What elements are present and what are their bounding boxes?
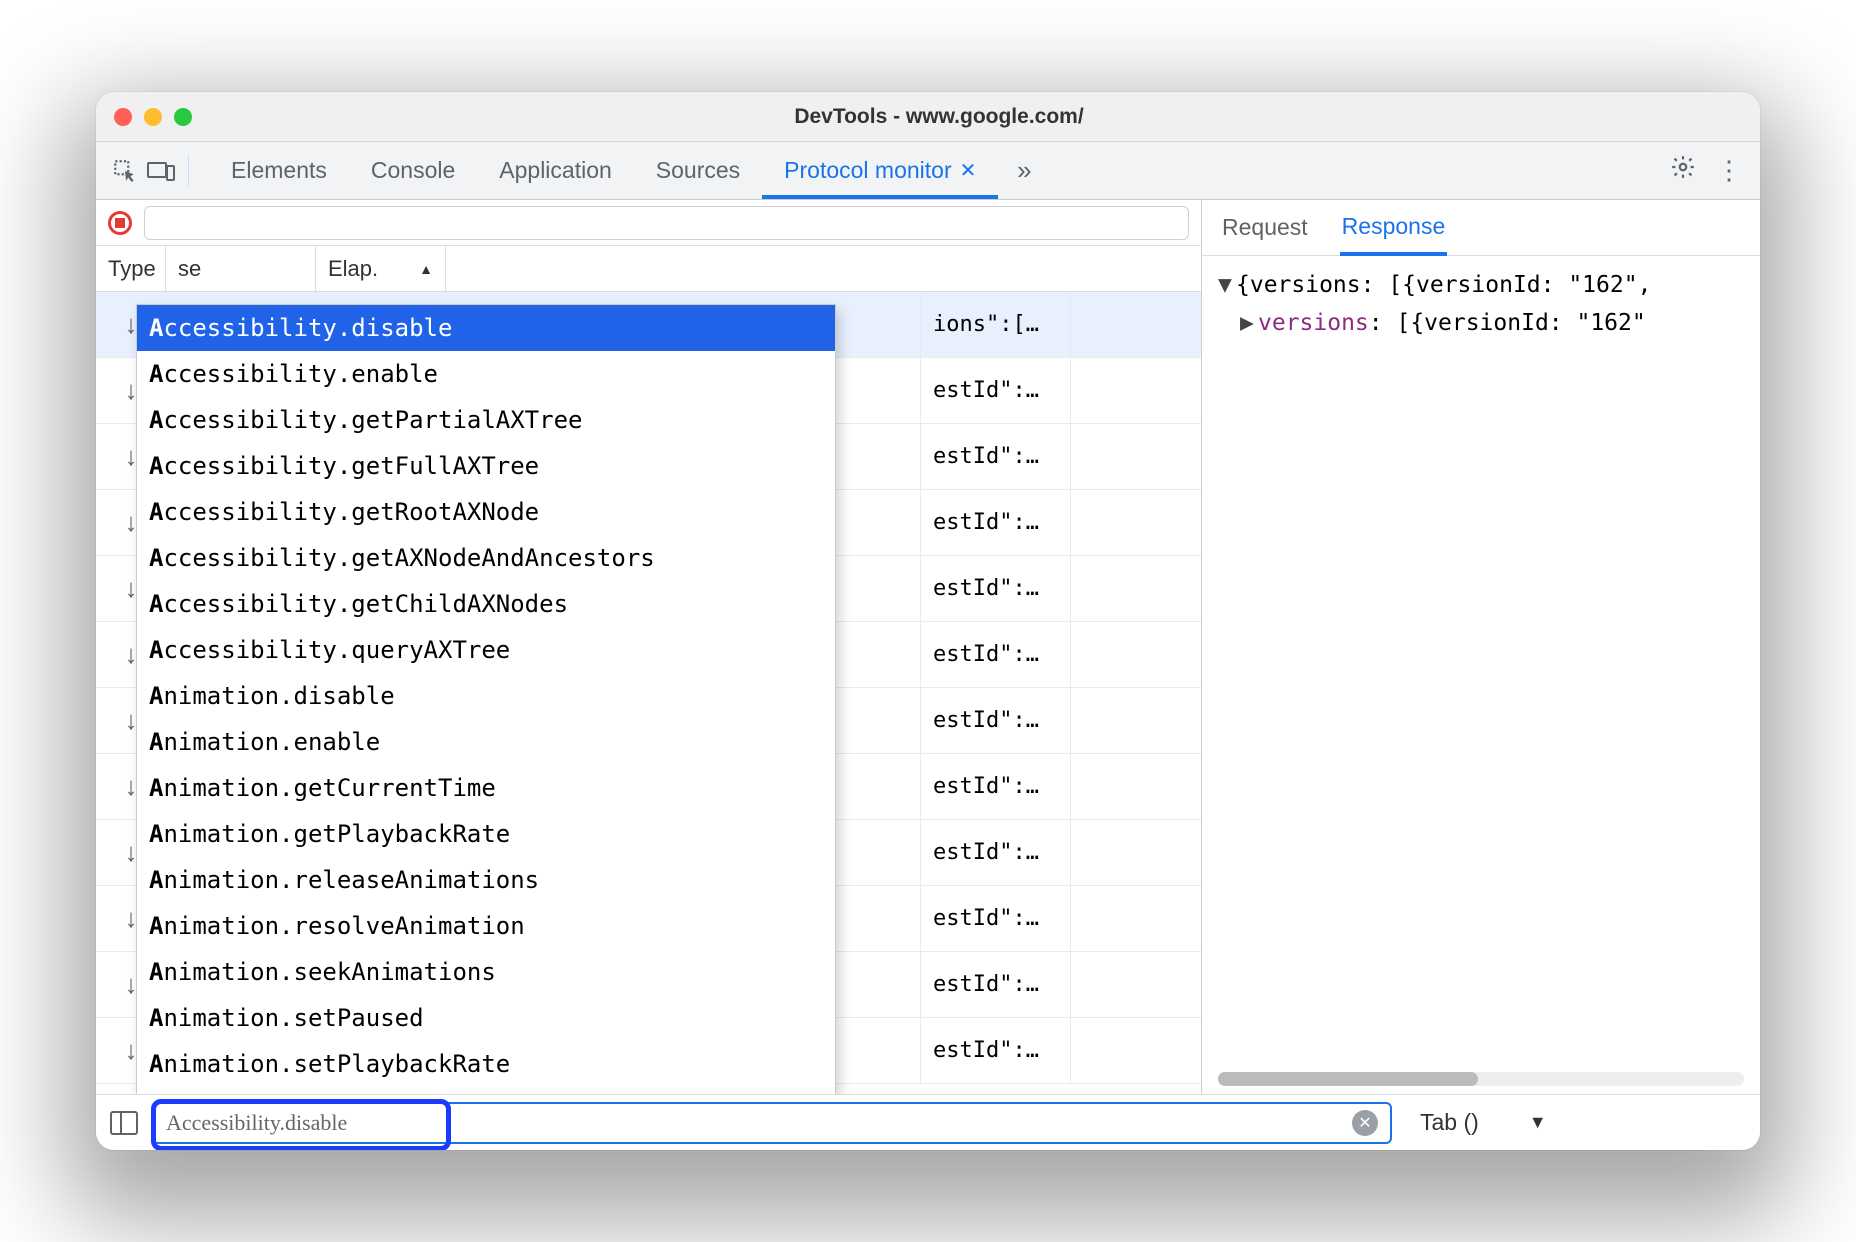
autocomplete-item[interactable]: Accessibility.enable xyxy=(137,351,835,397)
command-autocomplete-popup: Accessibility.disableAccessibility.enabl… xyxy=(136,304,836,1094)
autocomplete-item[interactable]: Accessibility.getRootAXNode xyxy=(137,489,835,535)
autocomplete-item[interactable]: Animation.getCurrentTime xyxy=(137,765,835,811)
tab-response[interactable]: Response xyxy=(1340,201,1448,256)
close-tab-icon[interactable]: ✕ xyxy=(960,158,977,183)
cell-response: estId":… xyxy=(921,952,1071,1017)
cell-elapsed xyxy=(1071,622,1201,687)
autocomplete-item[interactable]: Animation.seekAnimations xyxy=(137,949,835,995)
response-json[interactable]: ▼{versions: [{versionId: "162", ▶version… xyxy=(1202,256,1760,1072)
cell-response: estId":… xyxy=(921,490,1071,555)
cell-response: estId":… xyxy=(921,1018,1071,1083)
autocomplete-item[interactable]: Animation.getPlaybackRate xyxy=(137,811,835,857)
autocomplete-item[interactable]: Animation.releaseAnimations xyxy=(137,857,835,903)
cell-elapsed xyxy=(1071,292,1201,357)
titlebar: DevTools - www.google.com/ xyxy=(96,92,1760,142)
tab-application[interactable]: Application xyxy=(477,142,634,199)
caret-right-icon[interactable]: ▶ xyxy=(1240,304,1258,342)
cell-response: ions":[… xyxy=(921,292,1071,357)
more-options-icon[interactable]: ⋮ xyxy=(1712,155,1746,186)
cell-elapsed xyxy=(1071,886,1201,951)
autocomplete-list[interactable]: Accessibility.disableAccessibility.enabl… xyxy=(137,305,835,1094)
autocomplete-item[interactable]: Accessibility.getChildAXNodes xyxy=(137,581,835,627)
cell-elapsed xyxy=(1071,1018,1201,1083)
toggle-drawer-icon[interactable] xyxy=(110,1111,138,1135)
traffic-lights xyxy=(114,108,192,126)
detail-pane: Request Response ▼{versions: [{versionId… xyxy=(1201,200,1760,1094)
window-title: DevTools - www.google.com/ xyxy=(192,105,1686,129)
autocomplete-item[interactable]: Animation.setPlaybackRate xyxy=(137,1041,835,1087)
autocomplete-item[interactable]: Animation.setTiming xyxy=(137,1087,835,1094)
more-tabs-icon[interactable]: » xyxy=(1004,155,1044,186)
settings-icon[interactable] xyxy=(1666,154,1700,187)
toolbar-separator xyxy=(188,156,189,186)
sort-asc-icon: ▲ xyxy=(419,261,433,277)
filter-row xyxy=(96,200,1201,246)
table-header: Type Method se Elap. ▲ xyxy=(96,246,1201,292)
command-input[interactable]: Accessibility.disable ✕ xyxy=(152,1102,1392,1144)
col-elapsed[interactable]: Elap. ▲ xyxy=(316,246,446,291)
zoom-window-icon[interactable] xyxy=(174,108,192,126)
minimize-window-icon[interactable] xyxy=(144,108,162,126)
tab-request[interactable]: Request xyxy=(1220,202,1310,253)
cell-elapsed xyxy=(1071,358,1201,423)
autocomplete-item[interactable]: Animation.disable xyxy=(137,673,835,719)
caret-down-icon[interactable]: ▼ xyxy=(1218,266,1236,304)
cell-response: estId":… xyxy=(921,688,1071,753)
protocol-table-pane: Type Method se Elap. ▲ ↓ions":[…↓estId":… xyxy=(96,200,1201,1094)
autocomplete-item[interactable]: Accessibility.getPartialAXTree xyxy=(137,397,835,443)
detail-tabs: Request Response xyxy=(1202,200,1760,256)
cell-response: estId":… xyxy=(921,358,1071,423)
col-response[interactable]: se xyxy=(166,246,316,291)
cell-elapsed xyxy=(1071,490,1201,555)
col-type[interactable]: Type xyxy=(96,246,166,291)
tab-protocol-monitor[interactable]: Protocol monitor✕ xyxy=(762,142,998,199)
clear-input-icon[interactable]: ✕ xyxy=(1352,1110,1378,1136)
panel-tabs: ElementsConsoleApplicationSourcesProtoco… xyxy=(209,142,998,199)
cell-elapsed xyxy=(1071,424,1201,489)
cell-elapsed xyxy=(1071,556,1201,621)
autocomplete-item[interactable]: Accessibility.queryAXTree xyxy=(137,627,835,673)
autocomplete-item[interactable]: Accessibility.disable xyxy=(137,305,835,351)
inspect-element-icon[interactable] xyxy=(110,156,140,186)
cell-response: estId":… xyxy=(921,424,1071,489)
horizontal-scrollbar[interactable] xyxy=(1218,1072,1744,1086)
autocomplete-item[interactable]: Accessibility.getFullAXTree xyxy=(137,443,835,489)
cell-elapsed xyxy=(1071,952,1201,1017)
tab-console[interactable]: Console xyxy=(349,142,477,199)
devtools-toolbar: ElementsConsoleApplicationSourcesProtoco… xyxy=(96,142,1760,200)
device-mode-icon[interactable] xyxy=(146,156,176,186)
tab-sources[interactable]: Sources xyxy=(634,142,762,199)
filter-input[interactable] xyxy=(144,206,1189,240)
record-icon[interactable] xyxy=(108,211,132,235)
autocomplete-item[interactable]: Animation.enable xyxy=(137,719,835,765)
cell-response: estId":… xyxy=(921,754,1071,819)
chevron-down-icon: ▼ xyxy=(1529,1112,1547,1133)
session-selector[interactable]: Tab () ▼ xyxy=(1406,1109,1561,1136)
cell-response: estId":… xyxy=(921,556,1071,621)
devtools-window: DevTools - www.google.com/ ElementsConso… xyxy=(96,92,1760,1150)
cell-elapsed xyxy=(1071,820,1201,885)
close-window-icon[interactable] xyxy=(114,108,132,126)
cell-response: estId":… xyxy=(921,886,1071,951)
tab-elements[interactable]: Elements xyxy=(209,142,349,199)
command-bar: Accessibility.disable ✕ Tab () ▼ xyxy=(96,1094,1760,1150)
autocomplete-item[interactable]: Animation.resolveAnimation xyxy=(137,903,835,949)
cell-elapsed xyxy=(1071,688,1201,753)
cell-response: estId":… xyxy=(921,820,1071,885)
cell-elapsed xyxy=(1071,754,1201,819)
autocomplete-item[interactable]: Accessibility.getAXNodeAndAncestors xyxy=(137,535,835,581)
cell-response: estId":… xyxy=(921,622,1071,687)
autocomplete-item[interactable]: Animation.setPaused xyxy=(137,995,835,1041)
